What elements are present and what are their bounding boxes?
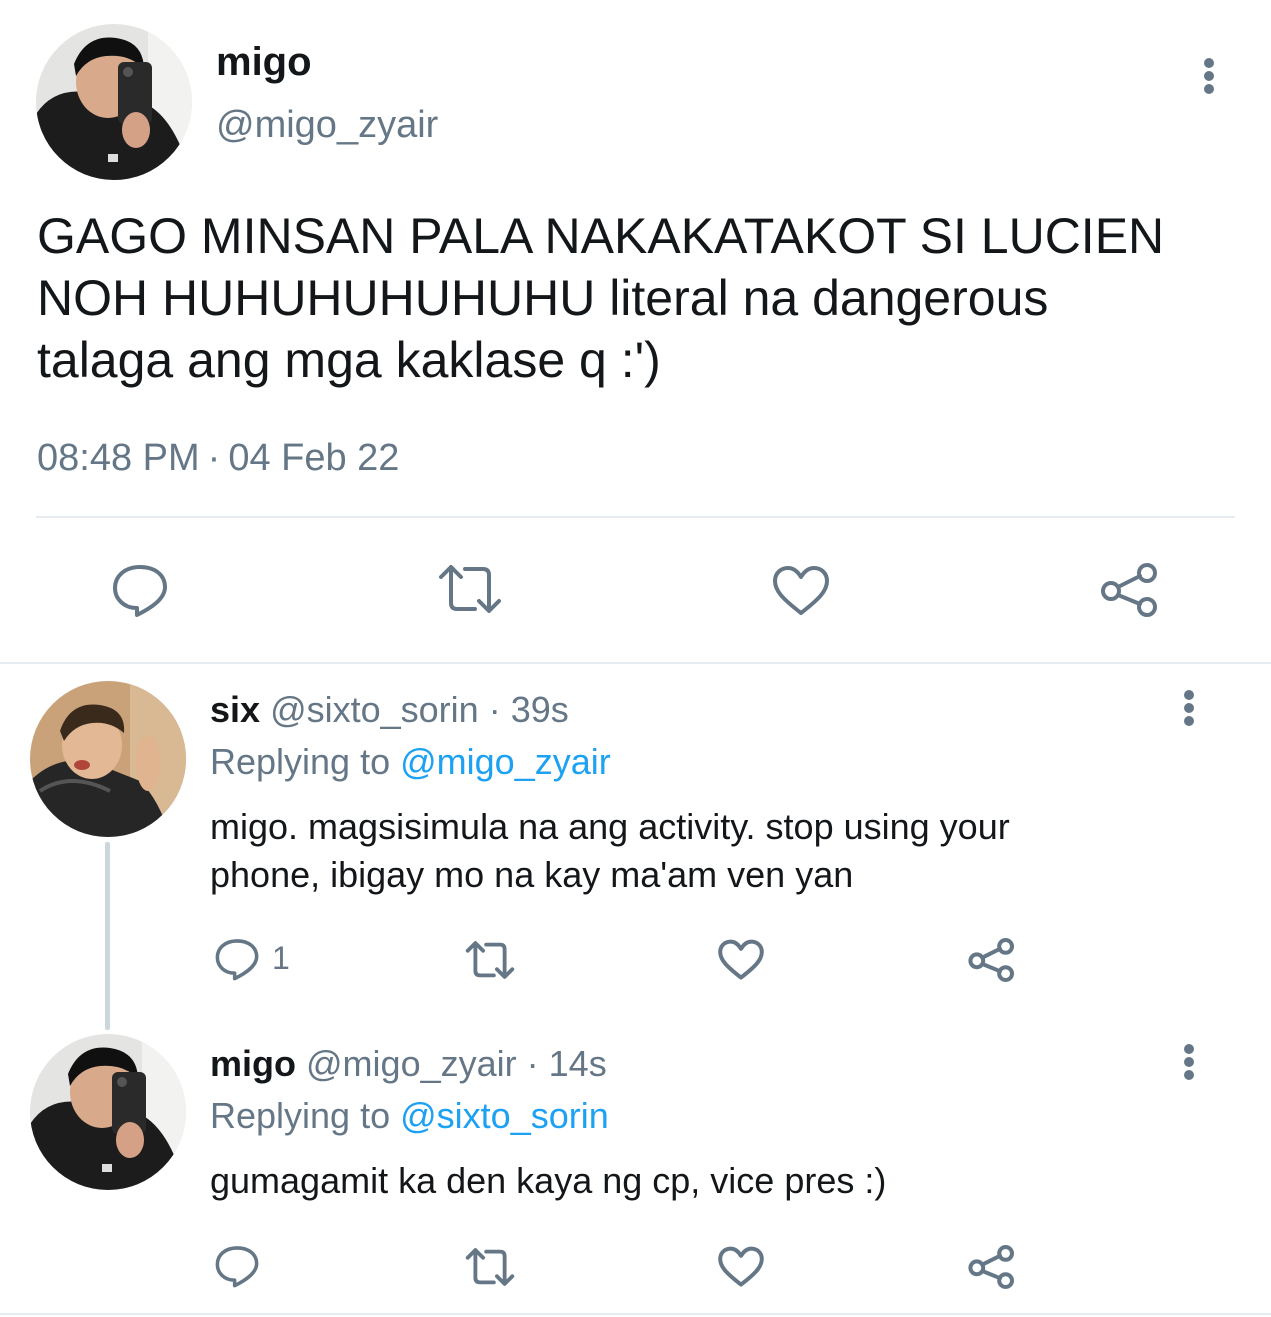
more-options-icon[interactable]: [1202, 58, 1216, 94]
tweet-text: GAGO MINSAN PALA NAKAKATAKOT SI LUCIEN N…: [37, 208, 1165, 388]
reply-handle[interactable]: @migo_zyair: [306, 1043, 517, 1084]
thread-connector: [105, 842, 110, 1030]
display-name[interactable]: migo: [216, 40, 312, 85]
reply-icon[interactable]: [214, 937, 260, 981]
more-options-icon[interactable]: [1182, 690, 1196, 726]
reply-text: gumagamit ka den kaya ng cp, vice pres :…: [210, 1160, 887, 1201]
retweet-icon[interactable]: [464, 940, 516, 980]
replying-to-label: Replying to: [210, 741, 391, 782]
reply-handle[interactable]: @sixto_sorin: [270, 689, 479, 730]
avatar-migo[interactable]: [30, 1034, 186, 1190]
reply-display-name[interactable]: migo: [210, 1043, 296, 1084]
replying-to-link[interactable]: @migo_zyair: [400, 741, 611, 782]
heart-icon[interactable]: [717, 1246, 765, 1288]
reply-display-name[interactable]: six: [210, 689, 260, 730]
reply-separator: ·: [526, 1043, 539, 1084]
tweet-timestamp[interactable]: 08:48 PM · 04 Feb 22: [37, 437, 399, 480]
divider: [0, 1313, 1271, 1315]
replying-to: Replying to @migo_zyair: [210, 741, 611, 783]
reply-count: 1: [272, 940, 290, 976]
avatar-six[interactable]: [30, 681, 186, 837]
tweet-date: 04 Feb 22: [228, 437, 400, 479]
reply-icon[interactable]: [111, 562, 169, 618]
reply-header: six @sixto_sorin · 39s: [210, 689, 569, 731]
reply-time[interactable]: 39s: [511, 689, 569, 730]
divider: [36, 516, 1235, 518]
share-icon[interactable]: [1100, 562, 1160, 618]
replying-to: Replying to @sixto_sorin: [210, 1095, 609, 1137]
meta-separator: ·: [207, 437, 221, 479]
share-icon[interactable]: [968, 1244, 1016, 1290]
reply-header: migo @migo_zyair · 14s: [210, 1043, 607, 1085]
reply-separator: ·: [488, 689, 501, 730]
retweet-icon[interactable]: [464, 1247, 516, 1287]
heart-icon[interactable]: [717, 939, 765, 981]
share-icon[interactable]: [968, 937, 1016, 983]
avatar-migo[interactable]: [36, 24, 192, 180]
heart-icon[interactable]: [771, 565, 831, 617]
divider: [0, 662, 1271, 664]
tweet-time: 08:48 PM: [37, 437, 200, 479]
replying-to-label: Replying to: [210, 1095, 391, 1136]
reply-icon[interactable]: [214, 1244, 260, 1288]
more-options-icon[interactable]: [1182, 1044, 1196, 1080]
reply-time[interactable]: 14s: [549, 1043, 607, 1084]
username-handle[interactable]: @migo_zyair: [216, 104, 438, 147]
reply-text: migo. magsisimula na ang activity. stop …: [210, 806, 1010, 895]
retweet-icon[interactable]: [437, 563, 503, 615]
replying-to-link[interactable]: @sixto_sorin: [400, 1095, 609, 1136]
